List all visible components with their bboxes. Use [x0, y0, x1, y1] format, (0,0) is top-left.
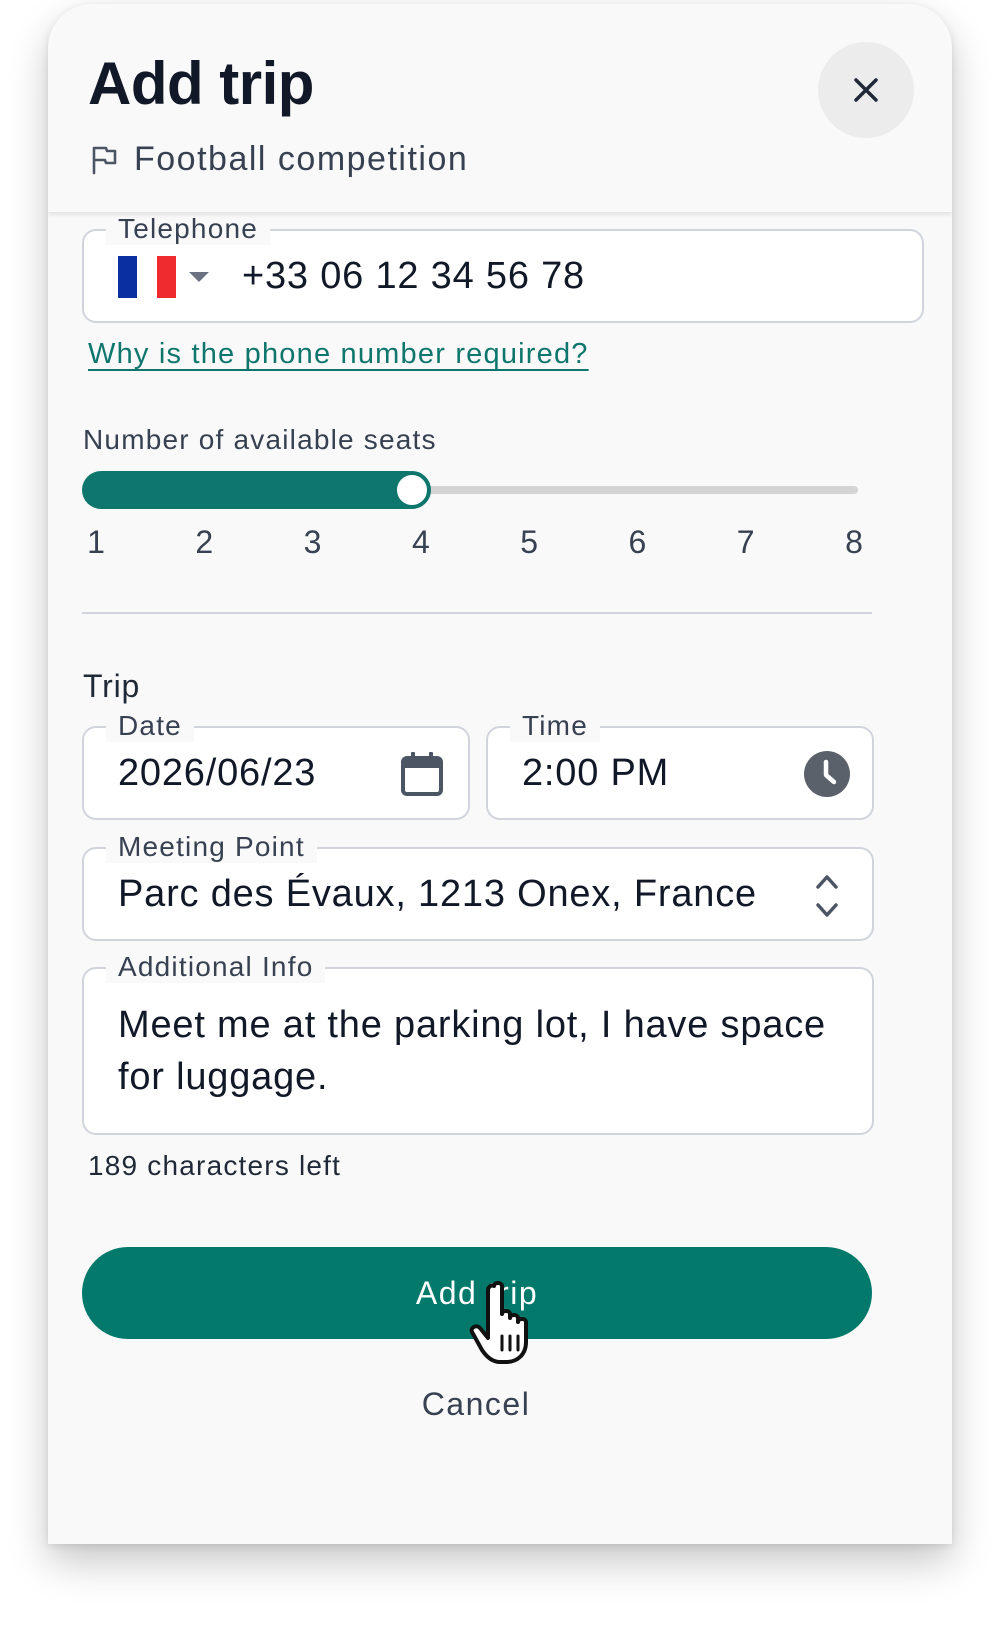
event-subtitle: Football competition	[88, 140, 468, 179]
seats-tick-1[interactable]: 1	[87, 524, 105, 561]
additional-info-field[interactable]: Additional Info Meet me at the parking l…	[82, 951, 874, 1135]
time-label: Time	[510, 710, 600, 742]
phone-help-link[interactable]: Why is the phone number required?	[88, 338, 589, 371]
meeting-point-label: Meeting Point	[106, 831, 317, 863]
seats-tick-7[interactable]: 7	[737, 524, 755, 561]
dialog-title: Add trip	[88, 50, 314, 117]
seats-tick-5[interactable]: 5	[520, 524, 538, 561]
seats-tick-3[interactable]: 3	[304, 524, 322, 561]
meeting-point-field[interactable]: Meeting Point Parc des Évaux, 1213 Onex,…	[82, 831, 874, 941]
additional-info-label: Additional Info	[106, 951, 326, 983]
seats-slider-fill	[82, 471, 427, 509]
additional-info-textarea[interactable]: Meet me at the parking lot, I have space…	[118, 999, 838, 1103]
seats-label: Number of available seats	[83, 424, 437, 455]
seats-tick-4[interactable]: 4	[412, 524, 430, 561]
trip-section-title: Trip	[83, 668, 141, 704]
seats-tick-6[interactable]: 6	[629, 524, 647, 561]
cancel-button[interactable]: Cancel	[326, 1376, 626, 1432]
chevron-down-icon	[189, 272, 209, 282]
date-label: Date	[106, 710, 194, 742]
telephone-input[interactable]: +33 06 12 34 56 78	[242, 255, 585, 298]
dialog-header: Add trip Football competition	[48, 4, 952, 212]
seats-tick-8[interactable]: 8	[845, 524, 863, 561]
telephone-label: Telephone	[106, 213, 271, 245]
event-name: Football competition	[134, 140, 469, 178]
country-selector[interactable]	[118, 255, 218, 299]
char-count: 189 characters left	[88, 1150, 342, 1181]
select-updown-icon[interactable]	[814, 873, 840, 919]
flag-icon	[92, 146, 117, 174]
close-icon	[854, 78, 878, 102]
telephone-field[interactable]: Telephone +33 06 12 34 56 78	[82, 213, 924, 323]
meeting-point-select[interactable]: Parc des Évaux, 1213 Onex, France	[118, 873, 757, 916]
clock-icon[interactable]	[804, 751, 850, 797]
seats-slider-thumb[interactable]	[392, 471, 431, 509]
close-button[interactable]	[818, 42, 914, 138]
hand-pointer-icon	[469, 1281, 528, 1364]
france-flag-icon	[118, 256, 176, 298]
section-divider	[82, 612, 872, 614]
time-input[interactable]: 2:00 PM	[522, 752, 669, 795]
date-input[interactable]: 2026/06/23	[118, 752, 316, 795]
date-field[interactable]: Date 2026/06/23	[82, 710, 470, 820]
seats-tick-2[interactable]: 2	[195, 524, 213, 561]
time-field[interactable]: Time 2:00 PM	[486, 710, 874, 820]
calendar-icon[interactable]	[400, 751, 444, 797]
